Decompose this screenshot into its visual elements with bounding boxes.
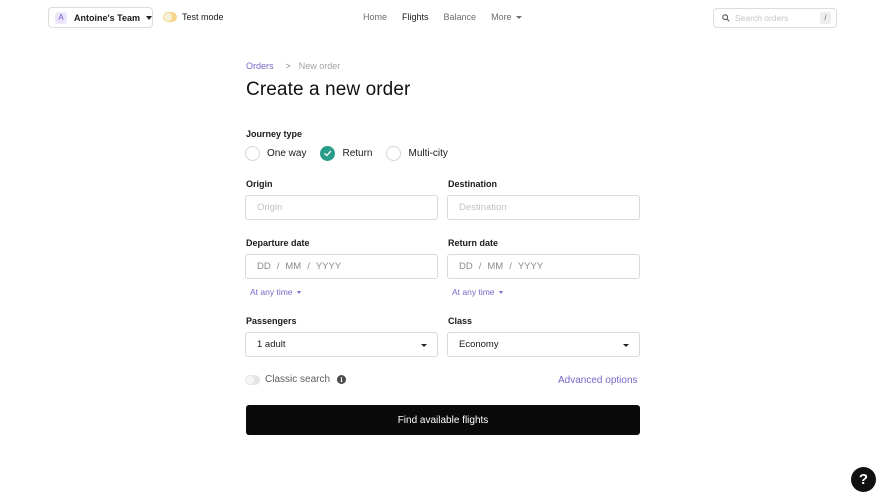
toggle-switch-icon[interactable] (245, 374, 260, 385)
return-date-label: Return date (448, 238, 499, 248)
class-label: Class (448, 316, 473, 326)
class-value: Economy (459, 339, 499, 350)
breadcrumb: Orders > New order (246, 61, 340, 71)
search-box[interactable]: / (713, 8, 837, 28)
chevron-right-icon: > (285, 61, 291, 71)
nav-more[interactable]: More (491, 12, 522, 22)
chevron-down-icon (623, 344, 629, 347)
journey-type-options: One way Return Multi-city (245, 146, 462, 161)
help-icon[interactable]: ? (851, 467, 876, 492)
destination-field[interactable] (447, 195, 640, 220)
departure-time-select[interactable]: At any time (250, 287, 301, 297)
departure-date-field[interactable]: DD / MM / YYYY (245, 254, 438, 279)
destination-input[interactable] (459, 202, 639, 213)
destination-label: Destination (448, 179, 498, 189)
page-title: Create a new order (246, 79, 411, 100)
classic-search-toggle[interactable]: Classic search i (245, 374, 347, 385)
main-nav: Home Flights Balance More (363, 12, 522, 22)
team-name: Antoine's Team (74, 12, 140, 23)
departure-mm[interactable]: MM (285, 261, 301, 272)
radio-return[interactable]: Return (320, 146, 372, 161)
nav-home[interactable]: Home (363, 12, 387, 22)
departure-dd[interactable]: DD (257, 261, 271, 272)
chevron-down-icon (421, 344, 427, 347)
radio-return-label: Return (342, 148, 373, 159)
return-date-field[interactable]: DD / MM / YYYY (447, 254, 640, 279)
classic-search-label: Classic search (265, 374, 331, 385)
departure-date-label: Departure date (246, 238, 310, 248)
toggle-switch-icon[interactable] (163, 12, 177, 22)
test-mode-toggle[interactable]: Test mode (163, 12, 224, 22)
origin-label: Origin (246, 179, 273, 189)
search-input[interactable] (735, 13, 815, 23)
departure-time-label: At any time (250, 287, 293, 297)
return-yyyy[interactable]: YYYY (518, 261, 543, 272)
check-icon[interactable] (320, 146, 336, 161)
passengers-label: Passengers (246, 316, 297, 326)
origin-input[interactable] (257, 202, 437, 213)
radio-circle[interactable] (386, 146, 402, 161)
return-mm[interactable]: MM (487, 261, 503, 272)
advanced-options-link[interactable]: Advanced options (558, 375, 638, 386)
info-icon[interactable]: i (337, 375, 347, 384)
radio-circle[interactable] (245, 146, 260, 161)
test-mode-label: Test mode (182, 12, 224, 22)
chevron-down-icon (296, 290, 301, 294)
nav-more-label: More (491, 12, 512, 22)
radio-multi-city[interactable]: Multi-city (386, 146, 448, 161)
search-icon (722, 14, 730, 22)
return-time-label: At any time (452, 287, 495, 297)
nav-balance[interactable]: Balance (444, 12, 477, 22)
origin-field[interactable] (245, 195, 438, 220)
radio-multi-city-label: Multi-city (408, 148, 448, 159)
chevron-down-icon (515, 15, 522, 19)
journey-type-label: Journey type (246, 129, 303, 139)
radio-one-way-label: One way (267, 148, 307, 159)
departure-yyyy[interactable]: YYYY (316, 261, 341, 272)
return-time-select[interactable]: At any time (452, 287, 503, 297)
find-flights-button[interactable]: Find available flights (246, 405, 640, 435)
class-select[interactable]: Economy (447, 332, 640, 357)
shortcut-key: / (820, 12, 831, 24)
radio-one-way[interactable]: One way (245, 146, 306, 161)
chevron-down-icon (145, 15, 152, 20)
team-avatar: A (55, 11, 67, 24)
passengers-value: 1 adult (257, 339, 286, 350)
return-dd[interactable]: DD (459, 261, 473, 272)
chevron-down-icon (498, 290, 503, 294)
team-switcher[interactable]: A Antoine's Team (48, 7, 153, 28)
nav-flights[interactable]: Flights (402, 12, 429, 22)
breadcrumb-orders[interactable]: Orders (246, 61, 274, 71)
passengers-select[interactable]: 1 adult (245, 332, 438, 357)
breadcrumb-current: New order (298, 61, 341, 71)
